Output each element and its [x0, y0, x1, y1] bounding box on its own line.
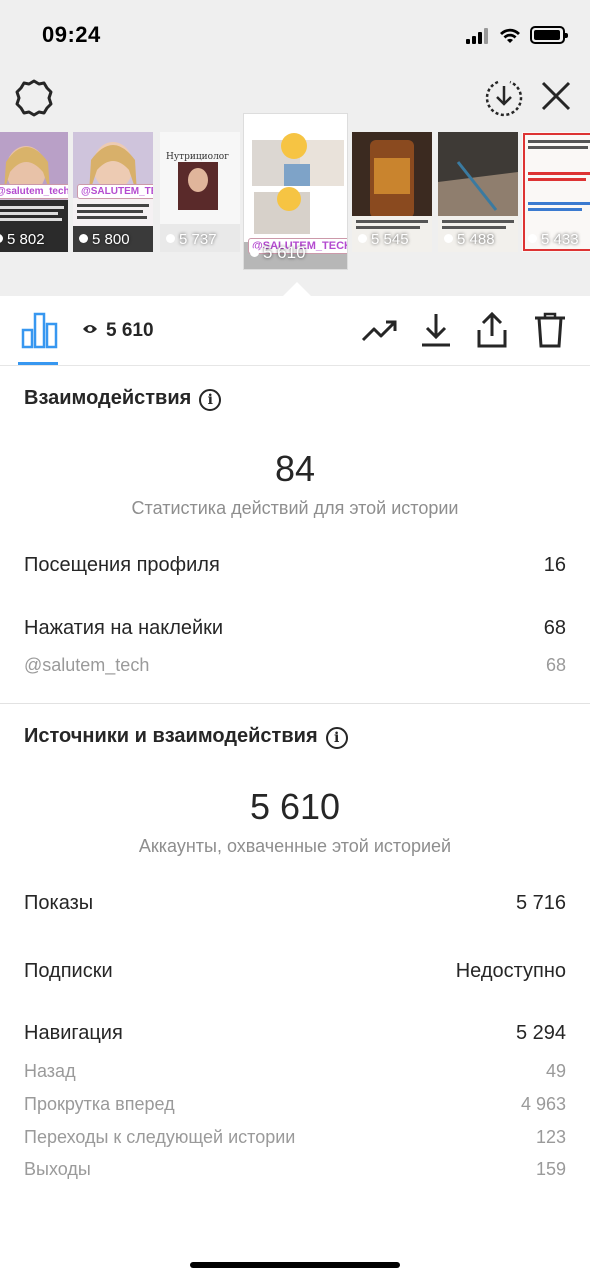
wifi-icon — [500, 28, 520, 43]
thumbnail-views: 5 737 — [166, 231, 217, 248]
row-value: 5 716 — [515, 892, 566, 914]
discovery-total: 5 610 — [249, 786, 341, 827]
share-icon[interactable] — [472, 310, 512, 350]
impressions-row: Показы 5 716 — [24, 892, 566, 915]
row-label: Посещения профиля — [24, 554, 220, 576]
row-value: 4 963 — [520, 1094, 566, 1114]
eye-icon — [83, 325, 97, 333]
thumbnail-label: Нутрициолог — [166, 152, 229, 162]
story-thumbnail[interactable]: 5 545 — [352, 132, 432, 252]
row-value: Недоступно — [455, 960, 566, 982]
signal-icon — [466, 28, 492, 44]
insights-chart-icon[interactable] — [20, 310, 60, 350]
row-value: 159 — [535, 1159, 566, 1179]
story-preview-area: 09:24 @salutem_tech 5 802 @SALUTEM_T 5 8… — [0, 0, 590, 296]
insights-toolbar: 5 610 — [0, 296, 590, 366]
viewers-count[interactable]: 5 610 — [82, 320, 154, 342]
selected-pointer — [283, 282, 311, 296]
thumbnail-tag: @salutem_tech — [0, 184, 68, 199]
row-label: Навигация — [24, 1022, 123, 1044]
row-label: Выходы — [24, 1159, 91, 1179]
forward-row: Прокрутка вперед 4 963 — [24, 1094, 566, 1115]
story-thumbnails-strip[interactable]: @salutem_tech 5 802 @SALUTEM_TECH 5 800 — [0, 112, 590, 282]
row-label: Переходы к следующей истории — [24, 1127, 296, 1147]
active-tab-indicator — [18, 362, 58, 365]
discovery-title: Источники и взаимодействия i — [24, 725, 348, 749]
interactions-title: Взаимодействия i — [24, 387, 222, 411]
interactions-caption: Статистика действий для этой истории — [131, 498, 459, 518]
row-label: Показы — [24, 892, 94, 914]
row-value: 68 — [543, 617, 566, 639]
story-thumbnail[interactable]: 5 433 — [522, 132, 590, 252]
thumbnail-views: 5 488 — [444, 231, 495, 248]
battery-icon — [530, 26, 568, 44]
story-thumbnail-selected[interactable]: @SALUTEM_TECH 5 610 — [244, 114, 347, 269]
story-thumbnail[interactable]: @salutem_tech 5 802 — [0, 132, 68, 252]
delete-trash-icon[interactable] — [530, 310, 570, 350]
row-value: 123 — [535, 1127, 566, 1147]
story-thumbnail[interactable]: 5 488 — [438, 132, 518, 252]
row-label: Нажатия на наклейки — [24, 617, 224, 639]
row-value: 49 — [545, 1061, 566, 1081]
thumbnail-views: 5 433 — [528, 231, 579, 248]
thumbnail-views: 5 545 — [358, 231, 409, 248]
status-time: 09:24 — [42, 22, 101, 47]
back-row: Назад 49 — [24, 1061, 566, 1082]
exits-row: Выходы 159 — [24, 1159, 566, 1180]
row-label: Прокрутка вперед — [24, 1094, 175, 1114]
info-icon[interactable]: i — [199, 389, 222, 411]
section-divider — [0, 703, 590, 704]
sticker-taps-row: Нажатия на наклейки 68 — [24, 617, 566, 640]
thumbnail-views: 5 800 — [79, 231, 130, 248]
home-indicator[interactable] — [190, 1262, 400, 1268]
info-icon[interactable]: i — [325, 727, 348, 749]
discovery-caption: Аккаунты, охваченные этой историей — [138, 836, 452, 856]
row-value: 68 — [545, 655, 566, 675]
close-icon[interactable] — [538, 78, 574, 114]
profile-visits-row: Посещения профиля 16 — [24, 554, 566, 577]
status-bar: 09:24 — [0, 0, 590, 70]
row-value: 16 — [543, 554, 566, 576]
interactions-total: 84 — [274, 448, 316, 489]
promote-trend-icon[interactable] — [360, 310, 400, 350]
row-label: @salutem_tech — [24, 655, 150, 675]
thumbnail-tag: @SALUTEM_TECH — [77, 184, 153, 199]
row-value: 5 294 — [515, 1022, 566, 1044]
thumbnail-views: 5 802 — [0, 231, 45, 248]
sticker-account-row[interactable]: @salutem_tech 68 — [24, 655, 566, 676]
thumbnail-views: 5 610 — [250, 243, 306, 263]
next-story-row: Переходы к следующей истории 123 — [24, 1127, 566, 1148]
navigation-row: Навигация 5 294 — [24, 1022, 566, 1045]
row-label: Подписки — [24, 960, 113, 982]
download-icon[interactable] — [416, 310, 456, 350]
story-thumbnail[interactable]: Нутрициолог 5 737 — [160, 132, 240, 252]
save-download-icon[interactable] — [484, 77, 524, 117]
row-label: Назад — [24, 1061, 76, 1081]
story-thumbnail[interactable]: @SALUTEM_TECH 5 800 — [73, 132, 153, 252]
follows-row: Подписки Недоступно — [24, 960, 566, 983]
